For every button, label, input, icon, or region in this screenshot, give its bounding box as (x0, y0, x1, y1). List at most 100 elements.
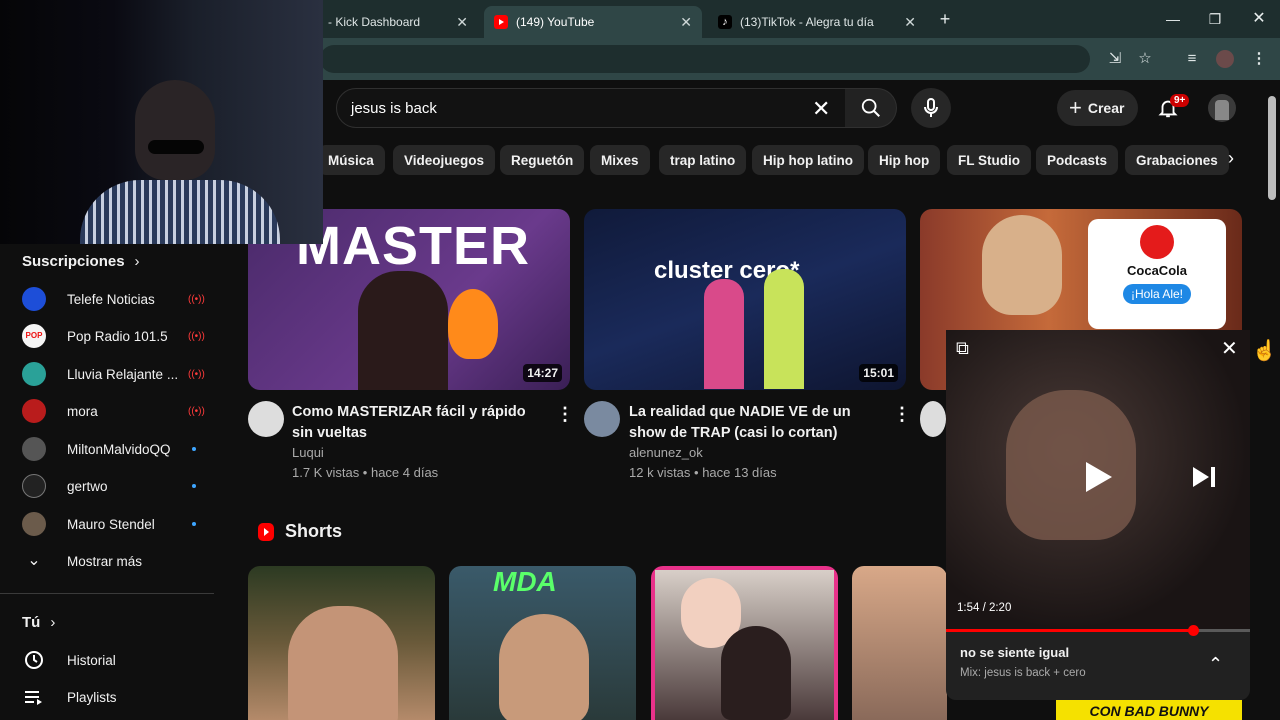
create-button[interactable]: + Crear (1057, 90, 1139, 126)
new-tab-button[interactable]: + (930, 8, 960, 30)
chevron-right-icon[interactable]: › (1228, 148, 1234, 169)
scrollbar-thumb[interactable] (1268, 96, 1276, 200)
more-options-icon[interactable]: ⋮ (556, 404, 574, 425)
close-icon[interactable]: ✕ (1221, 336, 1238, 361)
sidebar-item-miltonmalvidoqq[interactable]: MiltonMalvidoQQ (22, 432, 202, 466)
sidebar-item-gertwo[interactable]: gertwo (22, 469, 202, 503)
tab-tiktok[interactable]: ♪ (13)TikTok - Alegra tu día ✕ (708, 6, 926, 38)
close-icon[interactable]: ✕ (1244, 8, 1274, 30)
chip-fl-studio[interactable]: FL Studio (947, 145, 1031, 175)
chip-regueton[interactable]: Reguetón (500, 145, 585, 175)
channel-avatar (22, 437, 46, 461)
tab-close-icon[interactable]: ✕ (456, 14, 468, 31)
video-title[interactable]: Como MASTERIZAR fácil y rápido sin vuelt… (292, 402, 548, 444)
bookmark-star-icon[interactable]: ☆ (1136, 50, 1154, 68)
sidebar-item-playlists[interactable]: Playlists (22, 680, 202, 714)
chip-trap-latino[interactable]: trap latino (659, 145, 747, 175)
short-thumbnail[interactable]: MDA (449, 566, 636, 720)
video-meta: 1.7 K vistas • hace 4 días (292, 465, 439, 480)
miniplayer-subtitle[interactable]: Mix: jesus is back + cero (960, 667, 1086, 679)
channel-avatar[interactable] (584, 401, 620, 437)
browser-menu-icon[interactable]: ⋮ (1250, 50, 1268, 68)
minimize-icon[interactable]: — (1158, 8, 1188, 30)
channel-avatar (22, 474, 46, 498)
video-channel[interactable]: Luqui (292, 445, 324, 460)
sidebar-item-mora[interactable]: mora ((•)) (22, 394, 205, 428)
sidebar-item-label: Mauro Stendel (67, 516, 155, 532)
short-thumbnail[interactable] (248, 566, 435, 720)
search-input[interactable]: jesus is back (336, 88, 846, 128)
tab-close-icon[interactable]: ✕ (680, 14, 692, 31)
chip-hip-hop-latino[interactable]: Hip hop latino (752, 145, 864, 175)
sidebar-item-label: gertwo (67, 478, 108, 494)
search-button[interactable] (845, 88, 897, 128)
sidebar-item-telefe-noticias[interactable]: Telefe Noticias ((•)) (22, 282, 205, 316)
video-duration: 14:27 (523, 364, 562, 382)
sunglasses-icon (148, 140, 204, 154)
tab-title: - Kick Dashboard (328, 15, 421, 29)
clear-search-icon[interactable]: ✕ (812, 96, 830, 122)
live-icon: ((•)) (188, 368, 205, 380)
sidebar-item-label: MiltonMalvidoQQ (67, 441, 171, 457)
voice-search-button[interactable] (911, 88, 951, 128)
channel-avatar[interactable] (920, 401, 946, 437)
chip-videojuegos[interactable]: Videojuegos (393, 145, 496, 175)
profile-icon[interactable] (1216, 50, 1234, 68)
cursor-hand-icon: ☝ (1252, 340, 1277, 362)
tab-title: (13)TikTok - Alegra tu día (740, 15, 874, 29)
tab-title: (149) YouTube (516, 15, 595, 29)
address-bar[interactable] (320, 45, 1090, 73)
live-icon: ((•)) (188, 405, 205, 417)
sidebar-item-historial[interactable]: Historial (22, 643, 202, 677)
chevron-up-icon[interactable]: ⌃ (1208, 654, 1223, 675)
account-avatar[interactable] (1208, 94, 1236, 122)
miniplayer-title[interactable]: no se siente igual (960, 645, 1069, 660)
sidebar-item-mauro-stendel[interactable]: Mauro Stendel (22, 507, 202, 541)
chip-grabaciones[interactable]: Grabaciones (1125, 145, 1229, 175)
tab-close-icon[interactable]: ✕ (904, 14, 916, 31)
miniplayer[interactable]: ⧉ ✕ 1:54 / 2:20 no se siente igual Mix: … (946, 330, 1250, 700)
shorts-heading: Shorts (258, 521, 342, 542)
channel-avatar (22, 512, 46, 536)
plus-icon: + (1069, 95, 1082, 120)
short-thumbnail[interactable] (852, 566, 947, 720)
video-thumbnail[interactable]: cluster cero* 15:01 (584, 209, 906, 390)
miniplayer-video[interactable]: ⧉ ✕ 1:54 / 2:20 (946, 330, 1250, 630)
sidebar-show-more[interactable]: ⌄ Mostrar más (22, 544, 202, 578)
thumbnail-text: cluster cero* (654, 257, 800, 284)
restore-icon[interactable]: ❐ (1200, 8, 1230, 30)
short-thumbnail[interactable] (651, 566, 838, 720)
thumbnail-figure (704, 279, 744, 389)
subscriptions-heading[interactable]: Suscripciones › (22, 253, 140, 270)
cocacola-card: CocaCola ¡Hola Ale! (1088, 219, 1226, 329)
tab-kick-dashboard[interactable]: - Kick Dashboard ✕ (318, 6, 478, 38)
chip-hip-hop[interactable]: Hip hop (868, 145, 941, 175)
video-title[interactable]: La realidad que NADIE VE de un show de T… (629, 402, 885, 444)
progress-fill (946, 629, 1194, 632)
expand-icon[interactable]: ⧉ (956, 338, 969, 359)
media-control-icon[interactable]: ≡ (1183, 50, 1201, 68)
new-content-dot (192, 447, 196, 451)
install-app-icon[interactable]: ⇲ (1106, 50, 1124, 68)
chip-mixes[interactable]: Mixes (590, 145, 650, 175)
thumbnail-face (288, 606, 398, 720)
video-figure (1006, 390, 1136, 540)
tab-youtube[interactable]: (149) YouTube ✕ (484, 6, 702, 38)
thumbnail-text: CocaCola (1127, 263, 1187, 278)
chip-musica[interactable]: Música (318, 145, 385, 175)
progress-bar[interactable] (946, 625, 1250, 636)
short-thumbnail-caption[interactable]: CON BAD BUNNY (1056, 700, 1242, 720)
sidebar-item-label: Playlists (67, 689, 117, 705)
microphone-icon (924, 98, 938, 117)
history-icon (22, 648, 46, 672)
progress-scrubber[interactable] (1188, 625, 1200, 636)
sidebar-item-lluvia-relajante[interactable]: Lluvia Relajante ... ((•)) (22, 357, 205, 391)
sidebar-item-pop-radio[interactable]: POP Pop Radio 101.5 ((•)) (22, 319, 205, 353)
video-channel[interactable]: alenunez_ok (629, 445, 703, 460)
chip-podcasts[interactable]: Podcasts (1036, 145, 1119, 175)
play-icon[interactable] (1084, 460, 1114, 499)
you-heading[interactable]: Tú › (22, 614, 55, 631)
more-options-icon[interactable]: ⋮ (893, 404, 911, 425)
channel-avatar[interactable] (248, 401, 284, 437)
next-icon[interactable] (1191, 465, 1217, 494)
